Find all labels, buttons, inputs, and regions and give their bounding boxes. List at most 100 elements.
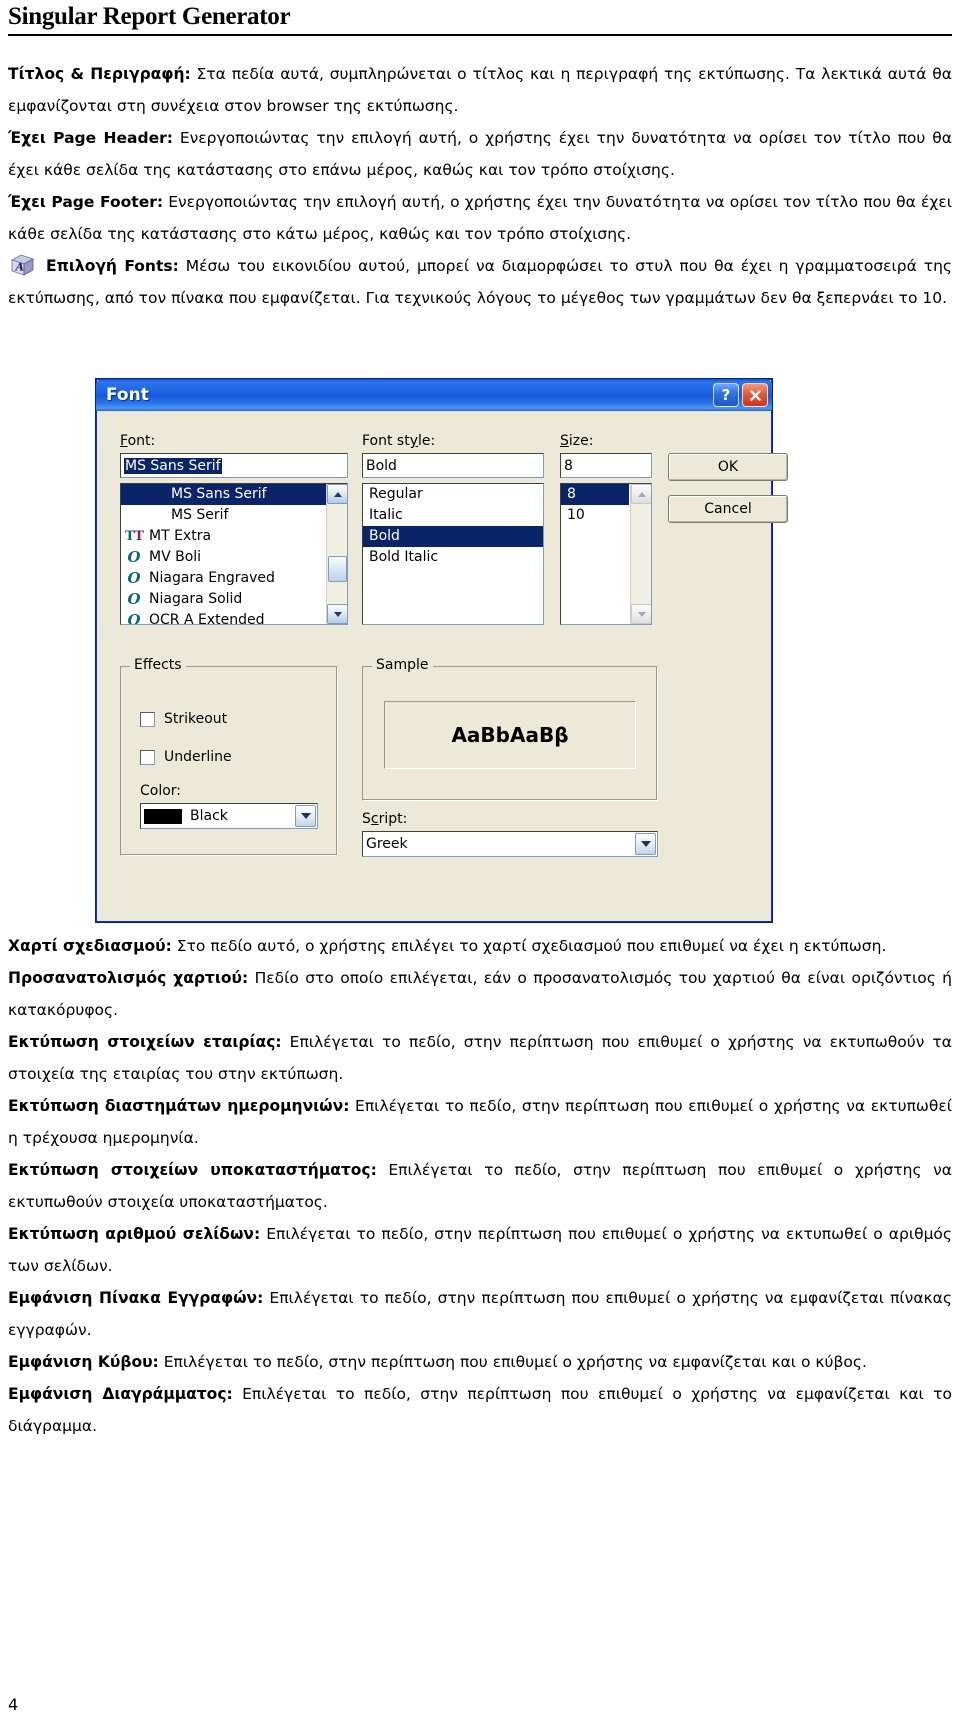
paragraph-print-date-ranges: Εκτύπωση διαστημάτων ημερομηνιών: Επιλέγ…: [8, 1090, 952, 1154]
para-label-paper-orientation: Προσανατολισμός χαρτιού:: [8, 969, 249, 987]
close-icon[interactable]: [742, 383, 768, 407]
font-input[interactable]: MS Sans Serif: [120, 453, 348, 478]
list-item-label: OCR A Extended: [149, 612, 265, 625]
para-label-show-chart: Εμφάνιση Διαγράμματος:: [8, 1385, 233, 1403]
font-dialog-title: Font: [106, 385, 149, 405]
paragraph-show-records-table: Εμφάνιση Πίνακα Εγγραφών: Επιλέγεται το …: [8, 1282, 952, 1346]
list-item-label: Regular: [369, 486, 423, 502]
para-label-print-date-ranges: Εκτύπωση διαστημάτων ημερομηνιών:: [8, 1097, 350, 1115]
para-text-show-cube: Επιλέγεται το πεδίο, στην περίπτωση που …: [158, 1353, 867, 1371]
list-item[interactable]: Regular: [363, 484, 543, 505]
font-list-scrollbar[interactable]: [326, 484, 347, 624]
strikeout-label: Strikeout: [164, 711, 228, 727]
body-top: Τίτλος & Περιγραφή: Στα πεδία αυτά, συμπ…: [8, 58, 952, 314]
list-item-label: 10: [567, 507, 585, 523]
paragraph-print-branch-data: Εκτύπωση στοιχείων υποκαταστήματος: Επιλ…: [8, 1154, 952, 1218]
font-style-input-value: Bold: [366, 457, 397, 474]
chevron-down-icon[interactable]: [295, 805, 316, 827]
font-dialog-titlebar: Font ?: [96, 379, 772, 411]
paragraph-has-page-footer: Έχει Page Footer: Ενεργοποιώντας την επι…: [8, 186, 952, 250]
list-item[interactable]: 8: [561, 484, 629, 505]
document-title: Singular Report Generator: [8, 3, 291, 30]
paragraph-print-page-number: Εκτύπωση αριθμού σελίδων: Επιλέγεται το …: [8, 1218, 952, 1282]
opentype-icon: O: [127, 611, 141, 625]
para-label-paper-design: Χαρτί σχεδιασμού:: [8, 937, 172, 955]
font-style-listbox[interactable]: Regular Italic Bold Bold Italic: [362, 483, 544, 625]
list-item-label: MT Extra: [149, 528, 212, 544]
para-label-fonts-selection: Επιλογή Fonts:: [46, 257, 179, 275]
color-dropdown[interactable]: Black: [140, 803, 318, 829]
list-item-label: Bold Italic: [369, 549, 439, 565]
list-item[interactable]: TT MT Extra: [121, 526, 347, 547]
effects-group-label: Effects: [130, 657, 186, 673]
scroll-down-icon[interactable]: [631, 604, 651, 624]
opentype-icon: O: [127, 590, 141, 608]
list-item[interactable]: O MV Boli: [121, 547, 347, 568]
paragraph-paper-design: Χαρτί σχεδιασμού: Στο πεδίο αυτό, ο χρήσ…: [8, 930, 952, 962]
underline-checkbox[interactable]: Underline: [140, 749, 232, 765]
list-item-label: Niagara Engraved: [149, 570, 275, 586]
titlebar-buttons: ?: [713, 383, 768, 407]
script-dropdown[interactable]: Greek: [362, 831, 658, 857]
underline-label: Underline: [164, 749, 232, 765]
list-item-label: MS Sans Serif: [171, 486, 267, 502]
paragraph-show-chart: Εμφάνιση Διαγράμματος: Επιλέγεται το πεδ…: [8, 1378, 952, 1442]
para-label-print-branch-data: Εκτύπωση στοιχείων υποκαταστήματος:: [8, 1161, 377, 1179]
para-label-show-cube: Εμφάνιση Κύβου:: [8, 1353, 159, 1371]
para-label-has-page-footer: Έχει Page Footer:: [8, 193, 164, 211]
size-label: Size:: [560, 433, 594, 449]
page-header: Singular Report Generator: [8, 2, 952, 36]
color-label: Color:: [140, 783, 182, 799]
list-item[interactable]: MS Sans Serif: [121, 484, 347, 505]
sample-preview: AaBbAaBβ: [384, 701, 636, 769]
font-listbox[interactable]: MS Sans Serif MS Serif TT MT Extra O MV …: [120, 483, 348, 625]
size-input-value: 8: [564, 457, 573, 474]
list-item-label: 8: [567, 486, 576, 502]
strikeout-checkbox[interactable]: Strikeout: [140, 711, 227, 727]
list-item-label: MS Serif: [171, 507, 229, 523]
paragraph-fonts-selection: A Επιλογή Fonts: Μέσω του εικονιδίου αυτ…: [8, 250, 952, 314]
list-item[interactable]: Bold: [363, 526, 543, 547]
list-item[interactable]: Italic: [363, 505, 543, 526]
body-bottom: Χαρτί σχεδιασμού: Στο πεδίο αυτό, ο χρήσ…: [8, 930, 952, 1442]
ok-button[interactable]: OK: [668, 453, 788, 481]
help-icon[interactable]: ?: [713, 383, 739, 407]
font-dialog[interactable]: Font ? FFont:ont: Font style: Size: MS S…: [95, 378, 788, 923]
list-item[interactable]: O Niagara Engraved: [121, 568, 347, 589]
scroll-down-icon[interactable]: [327, 604, 347, 624]
para-label-title-description: Τίτλος & Περιγραφή:: [8, 65, 191, 83]
size-list-scrollbar[interactable]: [630, 484, 651, 624]
font-label: FFont:ont:: [120, 433, 156, 449]
color-value: Black: [190, 808, 228, 824]
para-label-show-records-table: Εμφάνιση Πίνακα Εγγραφών:: [8, 1289, 264, 1307]
header-divider: [8, 34, 952, 36]
scroll-up-icon[interactable]: [327, 484, 347, 504]
script-value: Greek: [366, 836, 408, 852]
opentype-icon: O: [127, 569, 141, 587]
size-input[interactable]: 8: [560, 453, 652, 478]
truetype-icon: TT: [125, 529, 144, 544]
page-number: 4: [8, 1695, 19, 1714]
opentype-icon: O: [127, 548, 141, 566]
paragraph-title-description: Τίτλος & Περιγραφή: Στα πεδία αυτά, συμπ…: [8, 58, 952, 122]
scroll-up-icon[interactable]: [631, 484, 651, 504]
list-item[interactable]: O Niagara Solid: [121, 589, 347, 610]
list-item[interactable]: Bold Italic: [363, 547, 543, 568]
font-style-input[interactable]: Bold: [362, 453, 544, 478]
checkbox-icon[interactable]: [140, 711, 155, 727]
svg-text:A: A: [15, 261, 25, 274]
sample-group-label: Sample: [372, 657, 433, 673]
size-listbox[interactable]: 8 10: [560, 483, 652, 625]
para-label-has-page-header: Έχει Page Header:: [8, 129, 173, 147]
para-label-print-company-data: Εκτύπωση στοιχείων εταιρίας:: [8, 1033, 282, 1051]
paragraph-paper-orientation: Προσανατολισμός χαρτιού: Πεδίο στο οποίο…: [8, 962, 952, 1026]
scrollbar-thumb[interactable]: [328, 556, 347, 582]
list-item-label: Italic: [369, 507, 403, 523]
cancel-button[interactable]: Cancel: [668, 495, 788, 523]
paragraph-print-company-data: Εκτύπωση στοιχείων εταιρίας: Επιλέγεται …: [8, 1026, 952, 1090]
chevron-down-icon[interactable]: [635, 833, 656, 855]
list-item[interactable]: O OCR A Extended: [121, 610, 347, 625]
font-input-value: MS Sans Serif: [124, 457, 222, 474]
list-item[interactable]: MS Serif: [121, 505, 347, 526]
checkbox-icon[interactable]: [140, 749, 155, 765]
